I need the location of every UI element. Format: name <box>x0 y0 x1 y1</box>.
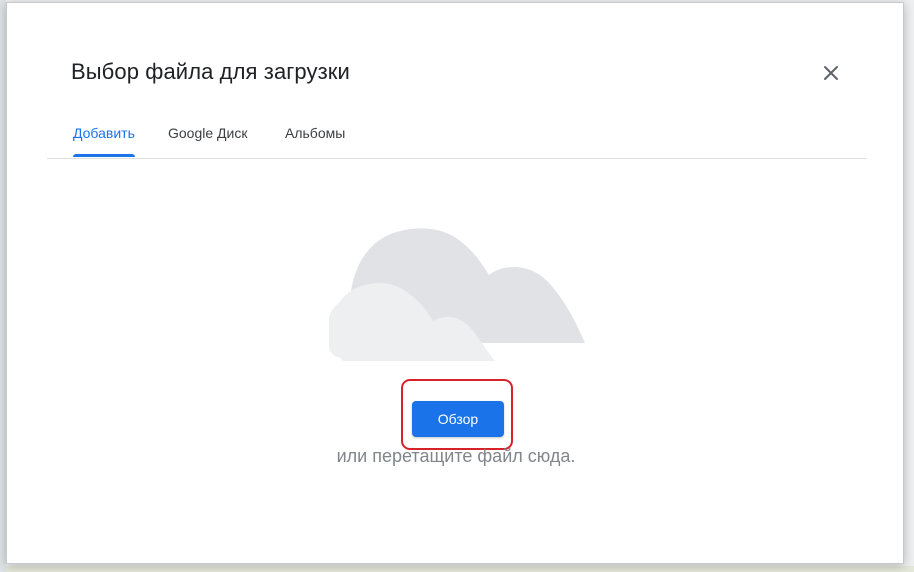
cloud-icon <box>329 228 585 361</box>
close-button[interactable] <box>815 57 847 89</box>
drop-hint: или перетащите файл сюда. <box>336 446 576 466</box>
file-picker-dialog: Выбор файла для загрузки Добавить Google… <box>6 2 904 564</box>
browse-button[interactable]: Обзор <box>412 401 504 437</box>
tab-upload[interactable]: Добавить <box>73 125 135 155</box>
tab-bar: Добавить Google Диск Альбомы <box>47 115 867 159</box>
tab-albums[interactable]: Альбомы <box>285 125 345 155</box>
close-icon <box>824 66 838 80</box>
tab-google-drive[interactable]: Google Диск <box>168 125 247 155</box>
active-tab-indicator <box>73 154 135 157</box>
dialog-title: Выбор файла для загрузки <box>71 59 350 84</box>
